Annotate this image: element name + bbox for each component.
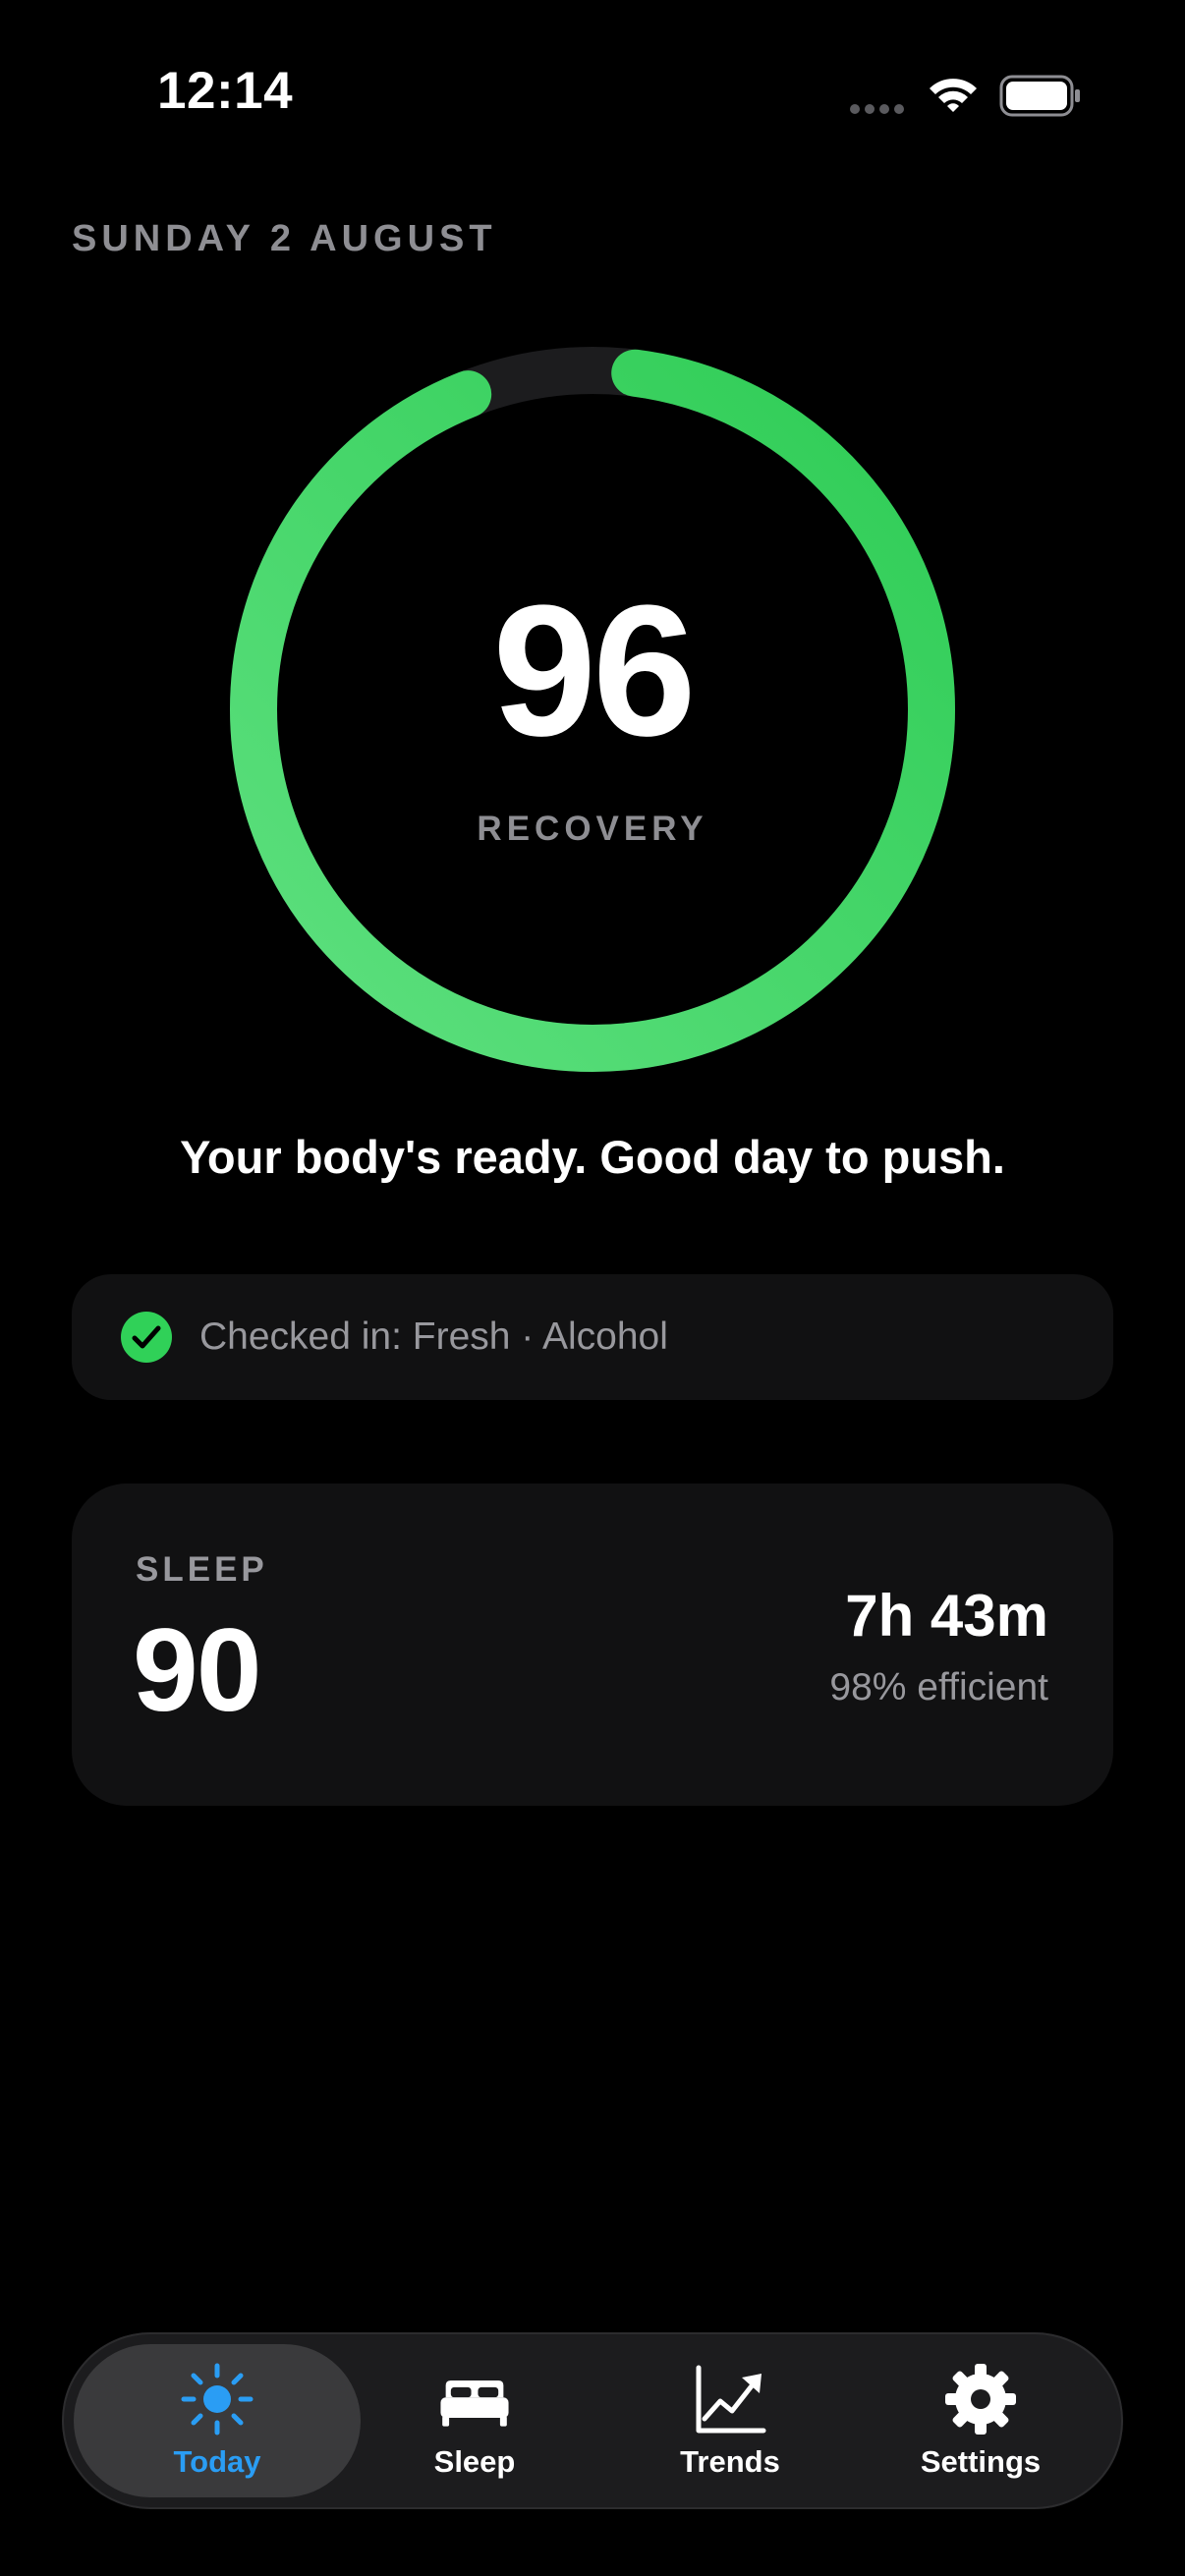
cellular-signal-icon bbox=[850, 104, 904, 114]
battery-icon bbox=[999, 75, 1080, 117]
tab-today-label: Today bbox=[173, 2444, 261, 2479]
tab-today[interactable]: Today bbox=[74, 2344, 361, 2497]
bed-icon bbox=[440, 2380, 509, 2427]
recovery-message: Your body's ready. Good day to push. bbox=[180, 1131, 1005, 1183]
sleep-label: SLEEP bbox=[136, 1550, 268, 1589]
tab-sleep[interactable]: Sleep bbox=[376, 2332, 573, 2509]
tab-sleep-label: Sleep bbox=[433, 2444, 516, 2479]
sun-icon bbox=[181, 2363, 254, 2436]
tab-trends-label: Trends bbox=[680, 2444, 780, 2479]
status-time: 12:14 bbox=[157, 62, 294, 120]
checkmark-circle-icon bbox=[121, 1312, 172, 1363]
tab-settings-label: Settings bbox=[920, 2444, 1042, 2479]
checkin-text: Checked in: Fresh · Alcohol bbox=[199, 1316, 668, 1358]
sleep-duration: 7h 43m bbox=[845, 1583, 1048, 1649]
gear-icon bbox=[945, 2364, 1016, 2435]
tab-trends[interactable]: Trends bbox=[627, 2332, 833, 2509]
sleep-score: 90 bbox=[133, 1604, 261, 1736]
checkin-card[interactable]: Checked in: Fresh · Alcohol bbox=[72, 1274, 1113, 1400]
wifi-icon bbox=[930, 79, 977, 112]
tab-settings[interactable]: Settings bbox=[868, 2332, 1094, 2509]
sleep-efficiency: 98% efficient bbox=[829, 1666, 1048, 1708]
recovery-label: RECOVERY bbox=[477, 810, 708, 848]
recovery-score: 96 bbox=[492, 567, 696, 775]
sleep-card[interactable]: SLEEP 90 7h 43m 98% efficient bbox=[72, 1484, 1113, 1806]
chart-line-icon bbox=[696, 2365, 766, 2434]
tab-bar: Today Sleep Trends Settings bbox=[62, 2332, 1123, 2509]
date-header: SUNDAY 2 AUGUST bbox=[72, 218, 497, 259]
